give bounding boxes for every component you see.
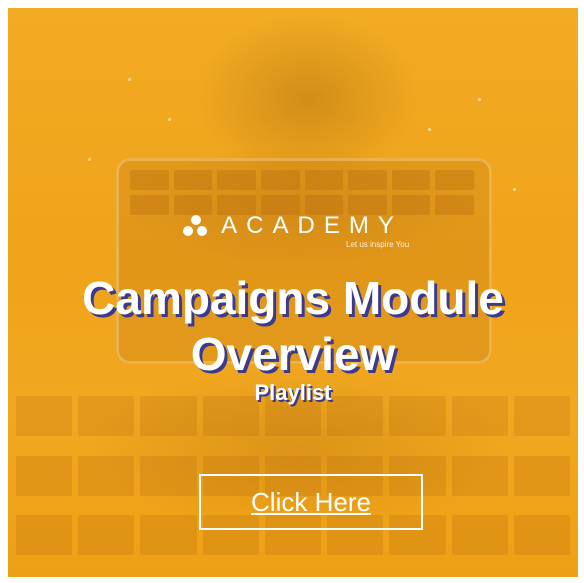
- subtitle: Playlist: [254, 380, 332, 405]
- screen-tile: [435, 170, 474, 190]
- floor-tile: [513, 515, 570, 556]
- floor-tile: [16, 515, 73, 556]
- screen-tile: [173, 170, 213, 190]
- title-line-2: Overview: [190, 328, 396, 380]
- floor-tile: [451, 515, 508, 556]
- floor-tile: [78, 515, 135, 556]
- triangle-dots-logo-icon: [183, 215, 209, 237]
- promo-banner: ACADEMY Let us inspire You Campaigns Mod…: [8, 8, 578, 577]
- sparkle: [478, 98, 481, 101]
- floor-tile: [513, 455, 570, 496]
- sparkle: [168, 118, 171, 121]
- sparkle: [88, 158, 91, 161]
- floor-tile: [451, 455, 508, 496]
- sparkle: [513, 188, 516, 191]
- floor-tile: [16, 455, 73, 496]
- floor-tile: [140, 455, 197, 496]
- screen-tile: [260, 170, 300, 190]
- floor-tile: [78, 455, 135, 496]
- screen-tile: [304, 170, 344, 190]
- click-here-button[interactable]: Click Here: [199, 474, 423, 530]
- brand-header: ACADEMY: [8, 212, 578, 240]
- sparkle: [428, 128, 431, 131]
- screen-tile: [217, 170, 256, 190]
- screen-tile: [130, 170, 169, 190]
- screen-tile: [348, 170, 387, 190]
- brand-tagline: Let us inspire You: [346, 240, 410, 249]
- sparkle: [128, 78, 131, 81]
- title-line-1: Campaigns Module: [82, 272, 504, 324]
- screen-tile-grid: [130, 170, 474, 215]
- brand-name: ACADEMY: [221, 212, 403, 239]
- floor-tile: [140, 515, 197, 556]
- screen-tile: [391, 170, 431, 190]
